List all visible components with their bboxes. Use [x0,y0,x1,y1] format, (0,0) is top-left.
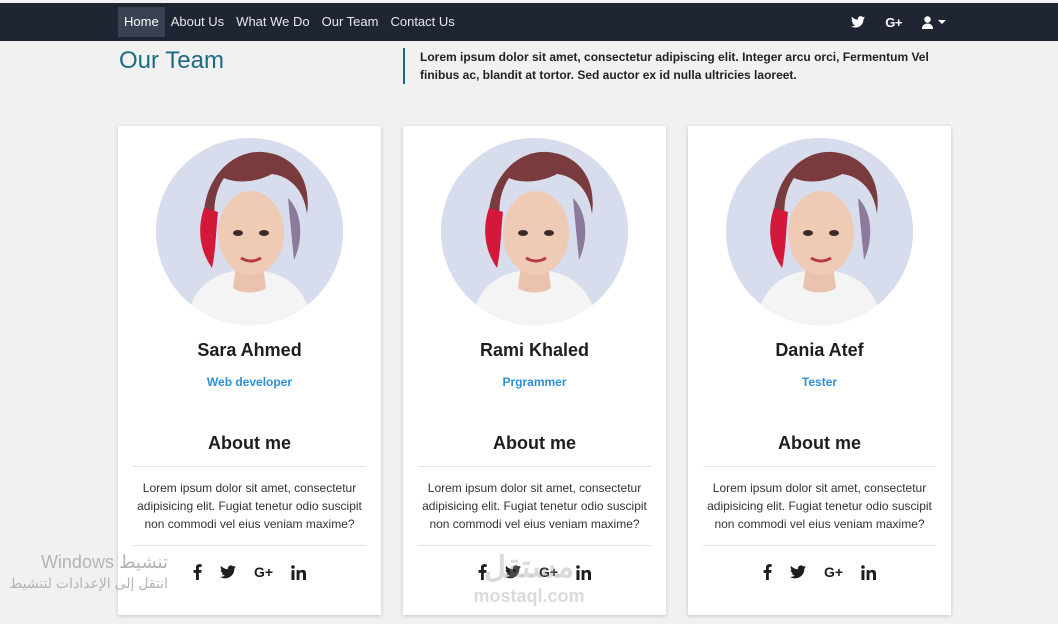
site-watermark-url: mostaql.com [473,586,585,606]
nav-our-team-link[interactable]: Our Team [316,7,385,37]
google-plus-icon[interactable]: G+ [254,563,273,581]
intro-text: Lorem ipsum dolor sit amet, consectetur … [403,48,948,84]
windows-activation-hint: انتقل إلى الإعدادات لتنشيط [9,575,168,591]
page-title: Our Team [119,47,224,74]
member-description: Lorem ipsum dolor sit amet, consectetur … [422,481,647,531]
avatar [441,138,628,325]
twitter-icon[interactable] [851,16,866,28]
chevron-down-icon [938,20,946,24]
member-description: Lorem ipsum dolor sit amet, consectetur … [137,481,362,531]
user-menu-toggle[interactable] [922,15,946,29]
member-role: Web developer [206,375,293,389]
google-plus-icon[interactable]: G+ [824,563,843,581]
user-icon [922,15,933,29]
divider [133,545,366,546]
nav-about-us-link[interactable]: About Us [165,7,230,37]
member-role: Prgrammer [502,375,567,389]
linkedin-icon[interactable] [291,563,307,581]
member-description: Lorem ipsum dolor sit amet, consectetur … [707,481,932,531]
windows-activation-watermark: Windows تنشيط انتقل إلى الإعدادات لتنشيط [0,551,168,593]
member-name: Sara Ahmed [197,340,302,360]
divider [703,466,936,467]
navbar-actions: G+ [851,7,946,37]
social-links: G+ [688,563,951,581]
about-heading: About me [208,433,291,453]
nav-what-we-do-link[interactable]: What We Do [230,7,315,37]
divider [418,466,651,467]
member-name: Rami Khaled [479,340,590,360]
nav-contact-us-link[interactable]: Contact Us [384,7,460,37]
facebook-icon[interactable] [763,563,772,581]
main-nav: Home About Us What We Do Our Team Contac… [118,7,461,37]
divider [418,545,651,546]
team-card: Dania Atef Tester About me Lorem ipsum d… [688,126,951,615]
divider [133,466,366,467]
facebook-icon[interactable] [193,563,202,581]
member-role: Tester [801,375,838,389]
top-navbar: Home About Us What We Do Our Team Contac… [0,3,1058,41]
about-heading: About me [493,433,576,453]
site-watermark: مستقل mostaql.com [464,550,594,606]
site-watermark-arabic: مستقل [484,551,574,584]
divider [703,545,936,546]
member-name: Dania Atef [775,340,864,360]
avatar [726,138,913,325]
twitter-icon[interactable] [789,563,806,581]
google-plus-icon[interactable]: G+ [885,15,902,30]
team-card: Sara Ahmed Web developer About me Lorem … [118,126,381,615]
nav-home-link[interactable]: Home [118,7,165,37]
team-card: Rami Khaled Prgrammer About me Lorem ips… [403,126,666,615]
windows-activation-title: Windows تنشيط [40,552,168,572]
twitter-icon[interactable] [219,563,236,581]
about-heading: About me [778,433,861,453]
avatar [156,138,343,325]
linkedin-icon[interactable] [861,563,877,581]
